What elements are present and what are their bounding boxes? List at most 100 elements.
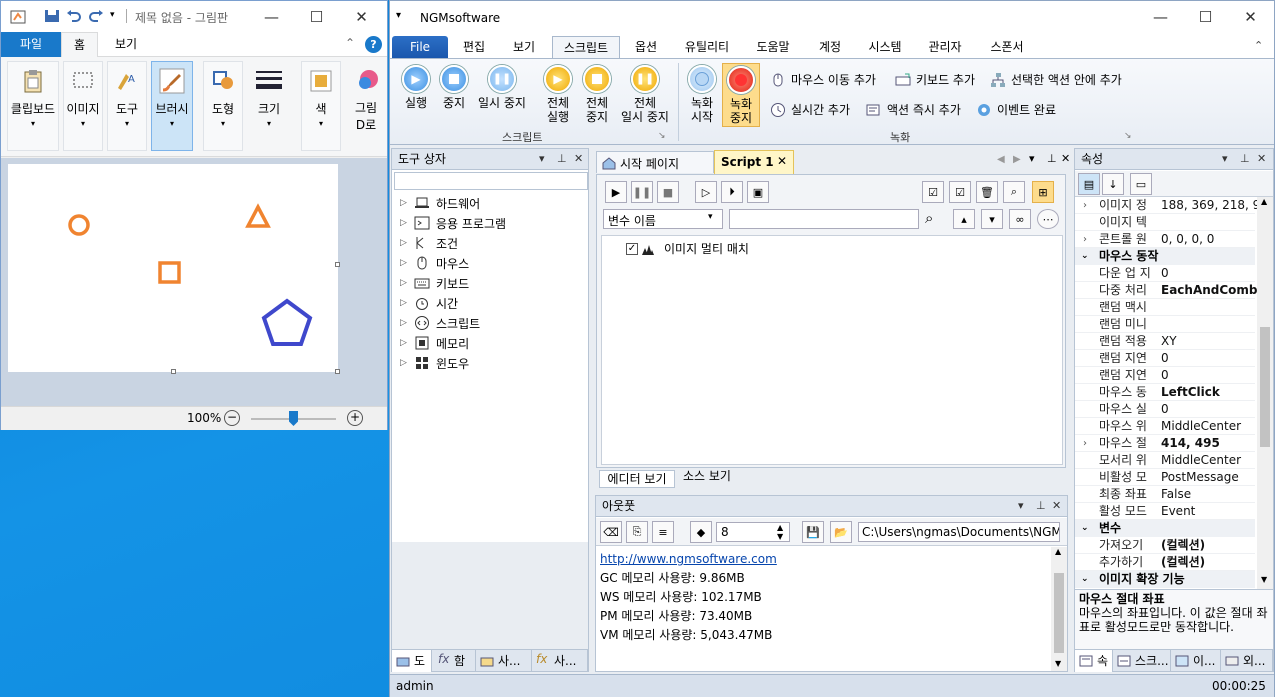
property-row[interactable]: 비활성 모 PostMessage	[1075, 469, 1255, 486]
action-checkbox[interactable]: ✓	[626, 242, 638, 255]
properties-close-icon[interactable]: ✕	[1257, 149, 1266, 169]
property-value[interactable]: Event	[1161, 503, 1195, 520]
add-into-selected-button[interactable]: 선택한 액션 안에 추가	[990, 71, 1122, 88]
editor-run-from-button[interactable]: ▣	[747, 181, 769, 203]
output-dropdown-icon[interactable]: ▾	[1018, 496, 1024, 516]
search-icon[interactable]: ⌕	[1003, 181, 1025, 203]
script-group-launcher-icon[interactable]: ↘	[658, 131, 666, 141]
property-row[interactable]: 마우스 실 0	[1075, 401, 1255, 418]
run-all-button[interactable]: ▶ 전체 실행	[538, 65, 578, 124]
tab-scroll-left-icon[interactable]: ◀	[997, 154, 1005, 165]
log-path-input[interactable]: C:\Users\ngmas\Documents\NGM6\	[858, 522, 1060, 542]
output-link[interactable]: http://www.ngmsoftware.com	[600, 550, 1048, 569]
tab-script-1[interactable]: Script 1 ✕	[714, 150, 794, 174]
toolbox-dropdown-icon[interactable]: ▾	[539, 149, 545, 169]
tree-item-application[interactable]: ▷ 응용 프로그램	[400, 213, 586, 233]
variable-select[interactable]: 변수 이름 ▾	[603, 209, 723, 229]
tree-item-script[interactable]: ▷ 스크립트	[400, 313, 586, 333]
pause-button[interactable]: ❚❚ 일시 중지	[474, 65, 530, 110]
property-value[interactable]: EachAndComb	[1161, 282, 1257, 299]
property-value[interactable]: (컬렉션)	[1161, 554, 1205, 571]
property-expand-icon[interactable]: ›	[1083, 197, 1087, 214]
property-value[interactable]: MiddleCenter	[1161, 452, 1241, 469]
find-icon[interactable]: ⌕	[925, 209, 933, 227]
paint3d-button[interactable]: 그림 D로	[345, 61, 387, 151]
save-icon[interactable]	[44, 9, 60, 23]
action-node-image-multi-match[interactable]: ✓ 이미지 멀티 매치	[626, 240, 749, 257]
property-row[interactable]: 랜덤 지연 0	[1075, 367, 1255, 384]
quick-access-dropdown-icon[interactable]: ▾	[110, 10, 115, 20]
tab-scroll-right-icon[interactable]: ▶	[1013, 154, 1021, 165]
tab-list-icon[interactable]: ▾	[1029, 152, 1035, 165]
tree-view-toggle[interactable]: ⊞	[1032, 181, 1054, 203]
alphabetical-icon[interactable]: ↓	[1102, 173, 1124, 195]
stop-button[interactable]: 중지	[434, 65, 474, 110]
properties-pin-icon[interactable]: ⊥	[1240, 149, 1250, 169]
record-group-launcher-icon[interactable]: ↘	[1124, 131, 1132, 141]
system-menu-icon[interactable]: ▾	[396, 10, 401, 21]
new-log-icon[interactable]: ⎘	[626, 521, 648, 543]
scroll-down-icon[interactable]: ▼	[1055, 659, 1061, 668]
property-category[interactable]: ⌄ 변수	[1075, 520, 1255, 537]
property-row[interactable]: 랜덤 미니	[1075, 316, 1255, 333]
editor-pause-button[interactable]: ❚❚	[631, 181, 653, 203]
save-log-icon[interactable]: 💾	[802, 521, 824, 543]
paint-minimize-button[interactable]: —	[249, 1, 294, 32]
zoom-slider-thumb[interactable]	[289, 411, 298, 426]
property-row[interactable]: 최종 좌표 False	[1075, 486, 1255, 503]
ngm-ribbon-collapse-icon[interactable]: ⌃	[1254, 39, 1263, 52]
toolbox-close-icon[interactable]: ✕	[574, 149, 583, 169]
category-collapse-icon[interactable]: ⌄	[1081, 571, 1089, 588]
paint-close-button[interactable]: ✕	[339, 1, 384, 32]
record-stop-button[interactable]: 녹화 중지	[722, 63, 760, 127]
ngm-minimize-button[interactable]: —	[1138, 1, 1183, 32]
property-row[interactable]: 랜덤 적용 XY	[1075, 333, 1255, 350]
categorized-icon[interactable]: ▤	[1078, 173, 1100, 195]
property-row[interactable]: 랜덤 지연 0	[1075, 350, 1255, 367]
move-up-button[interactable]: ▴	[953, 209, 975, 229]
property-value[interactable]: 0	[1161, 401, 1169, 418]
editor-pin-icon[interactable]: ⊥	[1047, 152, 1057, 165]
paint-maximize-button[interactable]: ☐	[294, 1, 339, 32]
property-row[interactable]: 모서리 위 MiddleCenter	[1075, 452, 1255, 469]
ngm-tab-view[interactable]: 보기	[506, 36, 542, 58]
zoom-out-icon[interactable]: −	[224, 410, 240, 426]
property-expand-icon[interactable]: ›	[1083, 435, 1087, 452]
editor-stop-button[interactable]: ■	[657, 181, 679, 203]
open-folder-icon[interactable]: 📂	[830, 521, 852, 543]
property-value[interactable]: 0, 0, 0, 0	[1161, 231, 1214, 248]
property-row[interactable]: › 이미지 정 188, 369, 218, 93	[1075, 197, 1257, 214]
paint-tab-home[interactable]: 홈	[61, 32, 98, 58]
list-icon[interactable]: ≡	[652, 521, 674, 543]
tree-item-window[interactable]: ▷ 윈도우	[400, 353, 586, 373]
ngm-tab-sponsor[interactable]: 스폰서	[984, 36, 1030, 58]
shapes-button[interactable]: 도형 ▾	[203, 61, 243, 151]
zoom-in-icon[interactable]: +	[347, 410, 363, 426]
add-action-now-button[interactable]: 액션 즉시 추가	[866, 101, 961, 118]
resize-handle-right[interactable]	[335, 262, 340, 267]
property-row[interactable]: 가져오기 (컬렉션)	[1075, 537, 1255, 554]
add-realtime-button[interactable]: 실시간 추가	[770, 101, 850, 118]
editor-close-icon[interactable]: ✕	[1061, 152, 1070, 165]
property-value[interactable]: XY	[1161, 333, 1177, 350]
output-pin-icon[interactable]: ⊥	[1036, 496, 1046, 516]
run-button[interactable]: ▶ 실행	[396, 65, 436, 110]
loop-button[interactable]: ∞	[1009, 209, 1031, 229]
brushes-button[interactable]: 브러시 ▾	[151, 61, 193, 151]
prop-scroll-down-icon[interactable]: ▼	[1261, 575, 1267, 584]
properties-dropdown-icon[interactable]: ▾	[1222, 149, 1228, 169]
property-row[interactable]: 마우스 동 LeftClick	[1075, 384, 1255, 401]
property-row[interactable]: 활성 모드 Event	[1075, 503, 1255, 520]
property-value[interactable]: MiddleCenter	[1161, 418, 1241, 435]
editor-view-tab[interactable]: 에디터 보기	[599, 470, 675, 488]
property-row[interactable]: 추가하기 (컬렉션)	[1075, 554, 1255, 571]
property-value[interactable]: 0	[1161, 265, 1169, 282]
property-value[interactable]: 0	[1161, 367, 1169, 384]
property-expand-icon[interactable]: ›	[1083, 231, 1087, 248]
image-button[interactable]: 이미지 ▾	[63, 61, 103, 151]
ngm-tab-utility[interactable]: 유틸리티	[678, 36, 736, 58]
redo-icon[interactable]	[88, 9, 104, 23]
record-start-button[interactable]: 녹화 시작	[684, 65, 720, 124]
output-scrollbar[interactable]: ▲ ▼	[1051, 547, 1067, 671]
property-value[interactable]: 414, 495	[1161, 435, 1220, 452]
